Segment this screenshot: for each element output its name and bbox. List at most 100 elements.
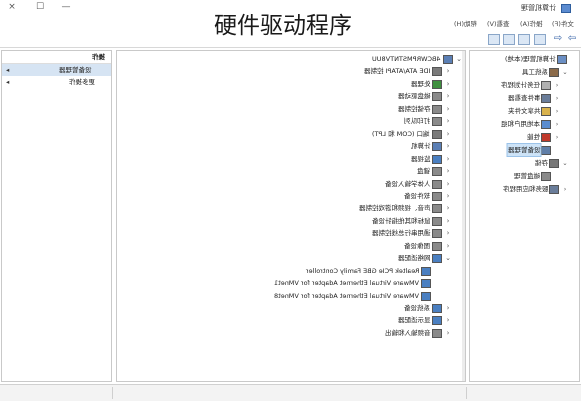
help-icon[interactable] bbox=[488, 34, 500, 45]
device-tree-label: 键盘 bbox=[417, 167, 430, 176]
disk-drive-icon bbox=[432, 92, 442, 102]
expand-chevron-icon[interactable]: › bbox=[444, 90, 452, 102]
device-tree-row[interactable]: › 显示适配器 bbox=[117, 314, 465, 326]
console-tree-row[interactable]: 计算机管理(本地) bbox=[470, 53, 581, 65]
expand-chevron-icon[interactable]: › bbox=[444, 165, 452, 177]
expand-chevron-icon[interactable]: › bbox=[444, 65, 452, 77]
maximize-button[interactable]: ☐ bbox=[34, 2, 46, 12]
console-tree-row[interactable]: › 任务计划程序 bbox=[470, 79, 581, 91]
device-tree-row[interactable]: › 声音、视频和游戏控制器 bbox=[117, 202, 465, 214]
forward-arrow-icon[interactable]: ⇨ bbox=[553, 34, 563, 44]
device-tree-label: 人体学输入设备 bbox=[384, 179, 431, 188]
device-tree-label: 鼠标和其他指针设备 bbox=[371, 216, 431, 225]
expand-chevron-icon[interactable]: › bbox=[444, 190, 452, 202]
device-tree-label: 音频输入和输出 bbox=[384, 328, 431, 337]
collapse-triangle-icon[interactable]: ◂ bbox=[6, 64, 9, 76]
close-button[interactable]: × bbox=[6, 2, 18, 12]
more-triangle-icon: ◂ bbox=[6, 78, 10, 86]
device-tree-label: 网络适配器 bbox=[397, 254, 431, 263]
device-tree-label: 监视器 bbox=[410, 154, 431, 163]
expand-chevron-icon[interactable]: › bbox=[553, 105, 561, 117]
console-tree-label: 设备管理器 bbox=[506, 143, 541, 157]
device-tree-row[interactable]: › 人体学输入设备 bbox=[117, 178, 465, 190]
properties-icon[interactable] bbox=[503, 34, 515, 45]
device-tree-label: 显示适配器 bbox=[397, 316, 431, 325]
console-tree-row[interactable]: › 服务和应用程序 bbox=[470, 183, 581, 195]
minimize-button[interactable]: — bbox=[60, 2, 72, 12]
device-tree-row[interactable]: › 键盘 bbox=[117, 165, 465, 177]
device-tree-row[interactable]: ⌄ 网络适配器 bbox=[117, 252, 465, 264]
console-tree-label: 磁盘管理 bbox=[514, 172, 540, 180]
expand-chevron-icon[interactable]: › bbox=[553, 118, 561, 130]
device-tree-row[interactable]: › 打印队列 bbox=[117, 115, 465, 127]
menu-action[interactable]: 操作(A) bbox=[520, 18, 543, 28]
back-arrow-icon[interactable]: ⇦ bbox=[567, 34, 577, 44]
performance-icon bbox=[541, 133, 551, 142]
expand-chevron-icon[interactable]: › bbox=[444, 178, 452, 190]
device-tree-row[interactable]: VMware Virtual Ethernet Adapter for VMne… bbox=[117, 290, 465, 302]
vertical-scrollbar[interactable] bbox=[462, 51, 465, 381]
console-tree-row[interactable]: › 本地用户和组 bbox=[470, 118, 581, 130]
show-hide-tree-icon[interactable] bbox=[518, 34, 530, 45]
console-tree-row[interactable]: › 事件查看器 bbox=[470, 92, 581, 104]
console-tree-row[interactable]: › 共享文件夹 bbox=[470, 105, 581, 117]
console-tree-row[interactable]: ⌄ 存储 bbox=[470, 157, 581, 169]
device-tree-label: 磁盘驱动器 bbox=[397, 92, 431, 101]
device-tree-row[interactable]: › 处理器 bbox=[117, 78, 465, 90]
console-tree-label: 系统工具 bbox=[522, 68, 548, 76]
console-tree-label: 存储 bbox=[535, 159, 548, 167]
console-tree-row[interactable]: › 性能 bbox=[470, 131, 581, 143]
device-tree-row[interactable]: › 鼠标和其他指针设备 bbox=[117, 215, 465, 227]
menu-file[interactable]: 文件(F) bbox=[552, 18, 574, 28]
console-tree-row[interactable]: 设备管理器 bbox=[470, 143, 581, 157]
expand-chevron-icon[interactable]: › bbox=[444, 227, 452, 239]
monitor-icon bbox=[432, 154, 442, 164]
expand-chevron-icon[interactable]: › bbox=[444, 215, 452, 227]
expand-chevron-icon[interactable]: › bbox=[553, 92, 561, 104]
collapse-chevron-icon[interactable]: ⌄ bbox=[444, 252, 452, 264]
expand-chevron-icon[interactable]: › bbox=[444, 128, 452, 140]
collapse-chevron-icon[interactable]: ⌄ bbox=[561, 66, 569, 78]
device-tree-row[interactable]: › 计算机 bbox=[117, 140, 465, 152]
device-tree-row[interactable]: › 监视器 bbox=[117, 153, 465, 165]
device-tree-row[interactable]: › 端口 (COM 和 LPT) bbox=[117, 128, 465, 140]
expand-chevron-icon[interactable]: › bbox=[444, 78, 452, 90]
device-manager-icon bbox=[541, 146, 551, 155]
device-tree-row[interactable]: › 通用串行总线控制器 bbox=[117, 227, 465, 239]
expand-chevron-icon[interactable]: › bbox=[444, 140, 452, 152]
expand-chevron-icon[interactable]: › bbox=[444, 302, 452, 314]
expand-chevron-icon[interactable]: › bbox=[553, 79, 561, 91]
expand-chevron-icon[interactable]: › bbox=[444, 314, 452, 326]
expand-chevron-icon[interactable]: › bbox=[444, 202, 452, 214]
expand-chevron-icon[interactable]: › bbox=[444, 240, 452, 252]
device-tree-row[interactable]: VMware Virtual Ethernet Adapter for VMne… bbox=[117, 277, 465, 289]
device-tree-row[interactable]: › 软件设备 bbox=[117, 190, 465, 202]
expand-chevron-icon[interactable]: › bbox=[561, 183, 569, 195]
console-tree-row[interactable]: 磁盘管理 bbox=[470, 170, 581, 182]
collapse-chevron-icon[interactable]: ⌄ bbox=[561, 157, 569, 169]
device-tree-row[interactable]: › 磁盘驱动器 bbox=[117, 90, 465, 102]
expand-chevron-icon[interactable]: › bbox=[553, 131, 561, 143]
console-tree-row[interactable]: ⌄ 系统工具 bbox=[470, 66, 581, 78]
action-section-label: 设备管理器 bbox=[58, 66, 92, 74]
device-tree-row[interactable]: › IDE ATA/ATAPI 控制器 bbox=[117, 65, 465, 77]
device-tree-label: 处理器 bbox=[410, 79, 431, 88]
device-tree-row[interactable]: ⌄ 4BCWRPMSTNTV8UU bbox=[117, 53, 465, 65]
action-more[interactable]: ◂ 更多操作 bbox=[2, 76, 111, 88]
users-icon bbox=[541, 120, 551, 129]
menu-help[interactable]: 帮助(H) bbox=[454, 18, 477, 28]
up-level-icon[interactable] bbox=[534, 34, 546, 45]
device-tree-row[interactable]: › 音频输入和输出 bbox=[117, 327, 465, 339]
expand-chevron-icon[interactable]: › bbox=[444, 153, 452, 165]
expand-chevron-icon[interactable]: › bbox=[444, 327, 452, 339]
device-tree-row[interactable]: Realtek PCIe GBE Family Controller bbox=[117, 265, 465, 277]
device-tree-row[interactable]: › 存储控制器 bbox=[117, 103, 465, 115]
action-section-device-manager[interactable]: ◂ 设备管理器 bbox=[2, 64, 111, 76]
device-tree-row[interactable]: › 系统设备 bbox=[117, 302, 465, 314]
expand-chevron-icon[interactable]: › bbox=[444, 115, 452, 127]
menu-view[interactable]: 查看(V) bbox=[487, 18, 510, 28]
console-tree-pane: 计算机管理(本地) ⌄ 系统工具 › 任务计划程序 › 事件查看器 › 共享文件夹 › 本地用户和组… bbox=[469, 50, 580, 382]
device-tree-row[interactable]: › 图像设备 bbox=[117, 240, 465, 252]
port-icon bbox=[432, 129, 442, 139]
expand-chevron-icon[interactable]: › bbox=[444, 103, 452, 115]
